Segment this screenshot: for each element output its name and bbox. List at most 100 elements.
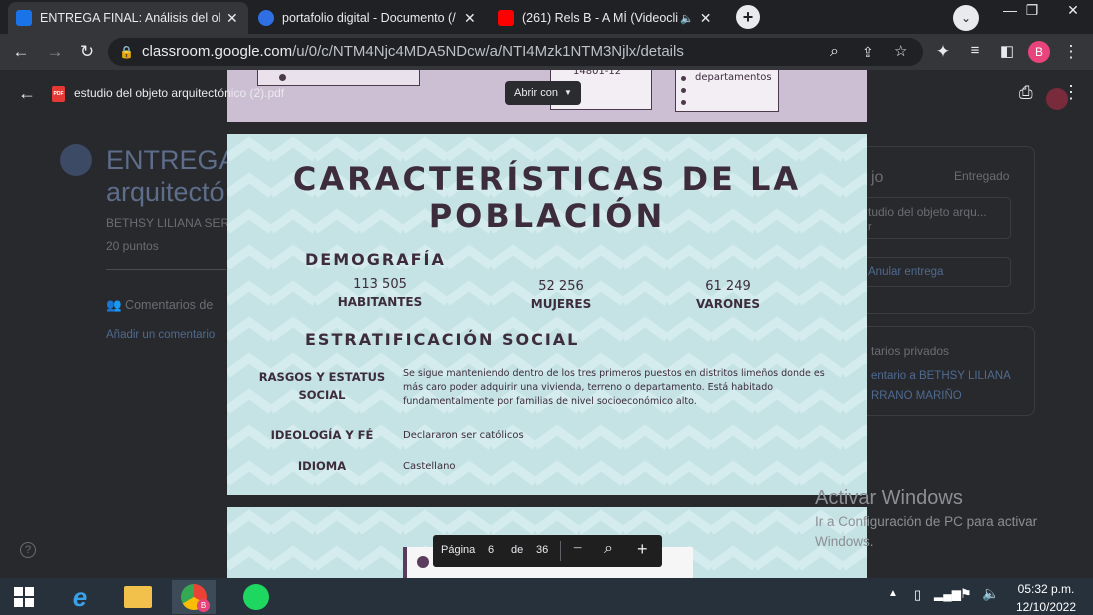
page-total: 36 — [536, 544, 549, 556]
internet-explorer-icon[interactable]: e — [58, 580, 102, 614]
side-panel-icon[interactable]: ◧ — [996, 42, 1018, 60]
media-control-icon[interactable]: ≡ — [964, 42, 986, 59]
row-label: IDIOMA — [297, 459, 347, 473]
estratificacion-heading: ESTRATIFICACIÓN SOCIAL — [305, 330, 580, 349]
print-icon[interactable]: ⎙ — [1019, 83, 1033, 103]
slide-title-2: POBLACIÓN — [428, 197, 666, 235]
zoom-icon[interactable]: ⌕ — [604, 540, 613, 558]
url-host: classroom.google.com — [142, 43, 293, 60]
close-tab-icon[interactable]: ✕ — [464, 10, 476, 27]
activation-watermark-text-2: Windows. — [815, 534, 874, 549]
people-icon: 👥 — [106, 298, 126, 312]
zoom-in-icon[interactable]: + — [637, 539, 648, 560]
assignment-icon — [60, 144, 92, 176]
show-hidden-icons[interactable]: ▲ — [888, 588, 898, 599]
back-icon[interactable]: ← — [10, 42, 32, 62]
tab-title: portafolio digital - Documento (/ — [282, 11, 456, 25]
page-navigation: Página 6 de 36 − ⌕ + — [433, 535, 662, 567]
viewer-top-bar: ← PDF estudio del objeto arquitectónico … — [0, 70, 1093, 122]
clock-time: 05:32 p.m. — [1017, 582, 1075, 596]
page-label: Página — [441, 544, 476, 556]
more-options-icon[interactable]: ⋮ — [1062, 82, 1080, 103]
chrome-taskbar-icon[interactable]: B — [172, 580, 216, 614]
zoom-out-icon[interactable]: − — [573, 540, 582, 558]
stat-label: HABITANTES — [337, 295, 423, 309]
row-text: Castellano — [403, 461, 456, 472]
speaker-icon[interactable]: 🔈 — [680, 12, 694, 25]
status-label: Entregado — [954, 169, 1010, 183]
clock-date: 12/10/2022 — [1015, 600, 1077, 614]
help-icon[interactable]: ? — [20, 542, 36, 558]
pdf-page-6: CARACTERÍSTICAS DE LA POBLACIÓN DEMOGRAF… — [227, 134, 867, 495]
url-path: /u/0/c/NTM4Njc4MDA5NDcw/a/NTI4Mzk1NTM3Nj… — [292, 43, 684, 60]
your-work-card: jo Entregado tudio del objeto arqu... r … — [840, 146, 1035, 314]
extensions-icon[interactable]: ✦ — [932, 42, 954, 62]
browser-toolbar: ← → ↻ 🔒 classroom.google.com/u/0/c/NTM4N… — [0, 34, 1093, 70]
row-label: IDEOLOGÍA Y FÉ — [270, 428, 374, 442]
bullet — [417, 556, 429, 568]
tab-strip: ENTREGA FINAL: Análisis del obje ✕ porta… — [0, 0, 1093, 34]
pdf-file-icon: PDF — [52, 86, 65, 102]
flag-icon[interactable]: ⚑ — [960, 586, 972, 602]
battery-icon[interactable]: ▯ — [914, 587, 921, 603]
page-current[interactable]: 6 — [488, 544, 494, 556]
new-tab-button[interactable]: + — [736, 5, 760, 29]
stat-value: 61 249 — [705, 279, 751, 294]
class-comments-label: 👥 Comentarios de — [106, 298, 214, 312]
back-arrow-icon[interactable]: ← — [18, 83, 36, 104]
divider — [106, 269, 226, 270]
zoom-icon[interactable]: ⌕ — [830, 38, 839, 66]
profile-badge: B — [197, 599, 210, 612]
open-with-button[interactable]: Abrir con ▼ — [505, 81, 581, 105]
share-icon[interactable]: ⇪ — [862, 38, 874, 66]
dropdown-arrow-icon: ▼ — [564, 88, 572, 97]
start-button[interactable] — [2, 580, 46, 614]
assignment-title-2: arquitectó — [106, 177, 225, 207]
tab-title: ENTREGA FINAL: Análisis del obje — [40, 11, 220, 25]
unsubmit-button[interactable]: Anular entrega — [857, 257, 1011, 287]
tab-search-button[interactable]: ⌄ — [953, 5, 979, 31]
row-text: Se sigue manteniendo dentro de los tres … — [403, 368, 825, 407]
activation-watermark-title: Activar Windows — [815, 487, 963, 509]
stat-value: 113 505 — [353, 277, 407, 292]
clock[interactable]: 05:32 p.m. 12/10/2022 — [1006, 582, 1086, 614]
menu-kebab-icon[interactable]: ⋮ — [1060, 42, 1082, 62]
pdf-viewer: ENTREGA arquitectó BETHSY LILIANA SER 20… — [0, 70, 1093, 578]
address-bar[interactable]: 🔒 classroom.google.com/u/0/c/NTM4Njc4MDA… — [108, 38, 923, 66]
attachment-card[interactable]: tudio del objeto arqu... r — [857, 197, 1011, 239]
author-name: BETHSY LILIANA SER — [106, 216, 230, 230]
close-window-button[interactable]: ✕ — [1053, 2, 1093, 19]
file-name: estudio del objeto arquitectónico (2).pd… — [74, 86, 285, 100]
windows-taskbar: e B ▲ ▯ ▂▄▆ ⚑ 🔈 05:32 p.m. 12/10/2022 — [0, 578, 1093, 615]
bookmark-star-icon[interactable]: ☆ — [894, 38, 907, 66]
reload-icon[interactable]: ↻ — [76, 42, 98, 62]
stat-value: 52 256 — [538, 279, 584, 294]
stat-label: VARONES — [695, 297, 761, 311]
tab-classroom[interactable]: ENTREGA FINAL: Análisis del obje ✕ — [8, 2, 248, 34]
close-tab-icon[interactable]: ✕ — [226, 10, 238, 27]
close-tab-icon[interactable]: ✕ — [700, 10, 712, 27]
row-label: RASGOS Y ESTATUS SOCIAL — [258, 370, 386, 402]
divider — [560, 541, 561, 561]
tab-title: (261) Rels B - A MÍ (Videoclip — [522, 11, 678, 25]
forward-icon[interactable]: → — [44, 42, 66, 62]
profile-avatar[interactable]: B — [1028, 41, 1050, 63]
windows-logo-icon — [14, 587, 34, 607]
add-comment-link[interactable]: Añadir un comentario — [106, 329, 215, 341]
lock-icon: 🔒 — [119, 45, 134, 59]
tab-youtube[interactable]: (261) Rels B - A MÍ (Videoclip 🔈 ✕ — [490, 2, 726, 34]
page-of: de — [511, 544, 524, 556]
demografia-heading: DEMOGRAFÍA — [305, 250, 446, 269]
slide-title: CARACTERÍSTICAS DE LA — [292, 160, 802, 198]
points: 20 puntos — [106, 239, 159, 253]
activation-watermark-text: Ir a Configuración de PC para activar — [815, 514, 1038, 529]
maximize-button[interactable]: ❐ — [1012, 2, 1052, 19]
assignment-title: ENTREGA — [106, 145, 237, 175]
network-icon[interactable]: ▂▄▆ — [934, 587, 961, 601]
spotify-icon[interactable] — [234, 580, 278, 614]
row-text: Declararon ser católicos — [403, 430, 524, 441]
stat-label: MUJERES — [530, 297, 592, 311]
tab-docs[interactable]: portafolio digital - Documento (/ ✕ — [250, 2, 486, 34]
file-explorer-icon[interactable] — [116, 580, 160, 614]
volume-icon[interactable]: 🔈 — [982, 585, 999, 602]
